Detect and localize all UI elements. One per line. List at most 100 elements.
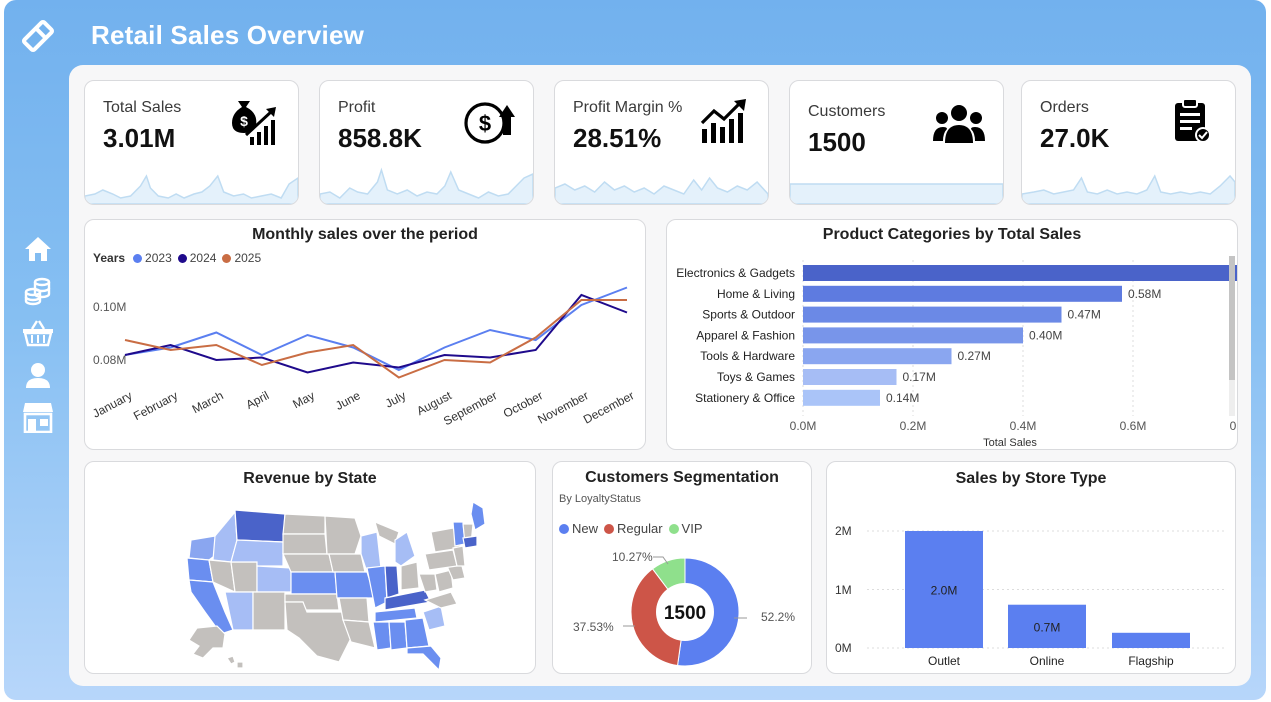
x-tick-label: 0.8M [1230, 419, 1238, 433]
x-tick-label: March [190, 388, 226, 416]
map-state [418, 573, 438, 593]
user-icon [26, 363, 50, 388]
map-state [282, 553, 334, 573]
map-state [338, 597, 370, 623]
kpi-card-total-sales[interactable]: Total Sales 3.01M $ [84, 80, 299, 205]
y-tick-label: 0M [835, 641, 852, 655]
kpi-value: 3.01M [103, 123, 176, 153]
y-tick-label: 0.10M [93, 300, 126, 314]
kpi-sparkline [85, 174, 298, 204]
category-label: Apparel & Fashion [696, 328, 795, 342]
bar[interactable] [803, 327, 1023, 344]
slice-label-regular: 37.53% [573, 620, 614, 634]
line-series-2023[interactable] [124, 286, 628, 372]
data-label: 0.58M [1128, 287, 1161, 301]
store-icon [23, 403, 53, 433]
slice-label-vip: 10.27% [612, 550, 653, 564]
map-state [328, 553, 366, 573]
svg-text:$: $ [479, 111, 491, 136]
map-state [388, 621, 408, 651]
app-title: Retail Sales Overview [91, 20, 365, 50]
monthly-sales-card[interactable]: Monthly sales over the period Years 2023… [84, 219, 646, 450]
data-label: 0.7M [1034, 620, 1061, 634]
x-tick-label: Flagship [1128, 654, 1174, 668]
category-label: Toys & Games [717, 370, 795, 384]
map-state [462, 535, 478, 549]
product-categories-card[interactable]: Product Categories by Total Sales Electr… [666, 219, 1238, 450]
x-tick-label: Outlet [928, 654, 961, 668]
nav-products[interactable] [20, 314, 56, 352]
map-state [282, 513, 326, 535]
money-bag-growth-icon: $ [232, 101, 276, 145]
nav-sales[interactable] [20, 272, 56, 310]
map-state [372, 621, 392, 651]
data-label: 0.27M [958, 349, 991, 363]
us-state-map[interactable] [85, 462, 536, 674]
kpi-value: 1500 [808, 127, 866, 157]
dollar-up-icon: $ [464, 102, 515, 144]
map-state [406, 645, 442, 672]
bar[interactable] [803, 265, 1238, 281]
nav-home[interactable] [20, 230, 56, 268]
kpi-label: Profit [338, 99, 376, 116]
map-state [230, 561, 258, 593]
data-label: 0.40M [1029, 328, 1062, 342]
basket-icon [23, 320, 53, 347]
map-state [290, 571, 338, 595]
x-tick-label: July [383, 388, 408, 410]
sales-by-store-type-card[interactable]: Sales by Store Type 2M 1M 0M 2.0M Outlet 0… [826, 461, 1236, 674]
category-label: Stationery & Office [695, 391, 795, 405]
y-tick-label: 1M [835, 583, 852, 597]
kpi-sparkline [1022, 174, 1235, 204]
svg-text:$: $ [240, 113, 248, 129]
map-state [282, 533, 328, 555]
revenue-by-state-card[interactable]: Revenue by State [84, 461, 536, 674]
bar[interactable] [803, 369, 897, 385]
trend-up-chart-icon [700, 99, 746, 143]
customers-segmentation-card[interactable]: Customers Segmentation By LoyaltyStatus … [552, 461, 812, 674]
map-state [252, 591, 286, 631]
map-state [424, 549, 458, 571]
x-axis-label: Total Sales [983, 437, 1037, 449]
app-logo-icon [21, 19, 55, 53]
x-tick-label: June [333, 388, 363, 413]
map-state [384, 565, 400, 599]
category-label: Electronics & Gadgets [676, 266, 795, 280]
kpi-sparkline [790, 183, 1003, 204]
kpi-value: 858.8K [338, 123, 422, 153]
bar[interactable] [803, 285, 1122, 302]
y-tick-label: 2M [835, 524, 852, 538]
map-state [230, 539, 284, 567]
category-label: Home & Living [717, 287, 795, 301]
x-tick-label: November [535, 388, 590, 426]
bar-flagship[interactable] [1112, 632, 1190, 648]
bar[interactable] [803, 348, 952, 365]
side-nav [20, 230, 56, 440]
monthly-line-chart: 0.10M 0.08M JanuaryFebruary March April May… [90, 286, 636, 428]
categories-bar-chart: Electronics & Gadgets0.79MHome & Living0… [676, 256, 1238, 449]
scrollbar-thumb[interactable] [1229, 256, 1235, 380]
x-tick-label: January [90, 388, 134, 420]
bar[interactable] [803, 306, 1062, 323]
kpi-card-customers[interactable]: Customers 1500 [789, 80, 1004, 205]
users-group-icon [933, 105, 985, 143]
kpi-card-profit[interactable]: Profit 858.8K $ [319, 80, 534, 205]
x-tick-label: 0.0M [790, 419, 817, 433]
bar[interactable] [803, 389, 880, 406]
kpi-card-profit-margin[interactable]: Profit Margin % 28.51% [554, 80, 769, 205]
x-tick-label: December [581, 388, 636, 426]
data-label: 0.17M [903, 370, 936, 384]
x-tick-label: 0.6M [1120, 419, 1147, 433]
kpi-card-orders[interactable]: Orders 27.0K [1021, 80, 1236, 205]
data-label: 2.0M [931, 584, 958, 598]
map-state-alaska [188, 625, 226, 659]
x-tick-label: April [244, 388, 272, 412]
slice-label-new: 52.2% [761, 610, 795, 624]
nav-stores[interactable] [20, 398, 56, 436]
nav-customers[interactable] [20, 356, 56, 394]
map-state [422, 605, 446, 631]
home-icon [25, 237, 51, 261]
category-label: Tools & Hardware [700, 349, 795, 363]
kpi-value: 27.0K [1040, 123, 1110, 153]
store-type-bar-chart: 2M 1M 0M 2.0M Outlet 0.7M Online Flagship [835, 524, 1227, 668]
